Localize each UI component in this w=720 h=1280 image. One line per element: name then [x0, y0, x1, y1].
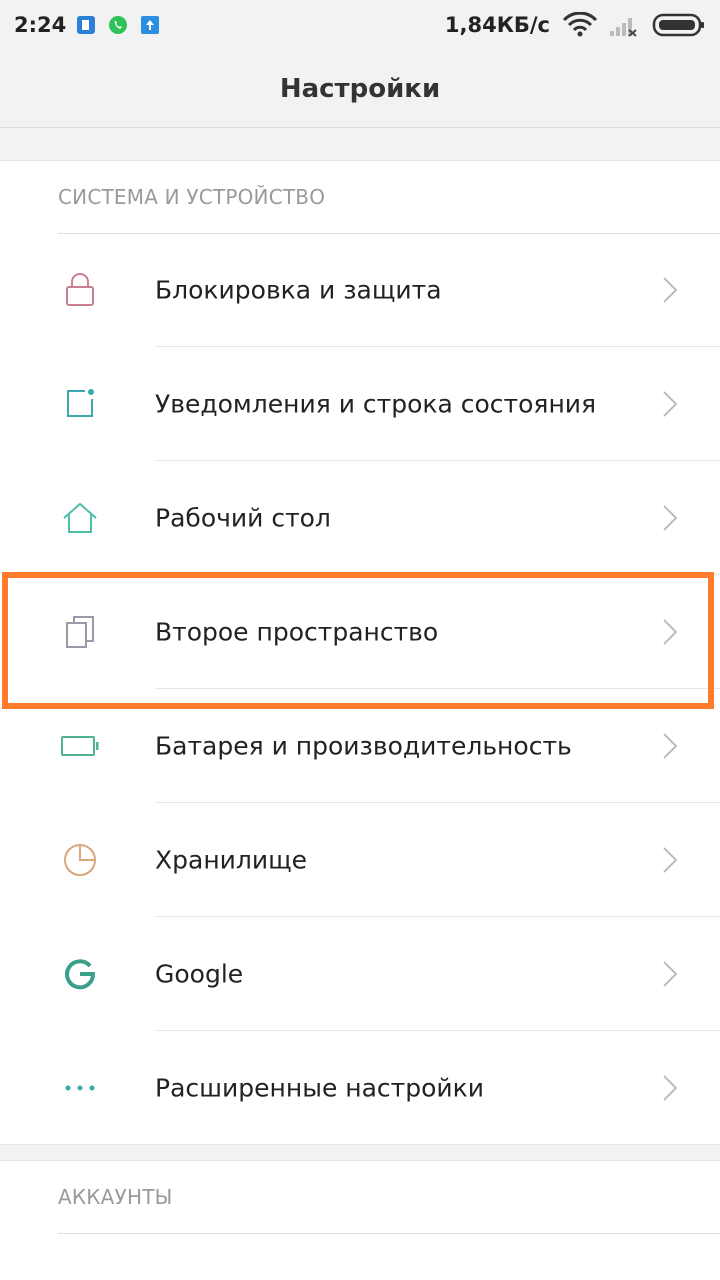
notification-icon — [58, 382, 102, 426]
lock-icon — [58, 268, 102, 312]
chevron-right-icon — [663, 961, 678, 987]
chevron-right-icon — [663, 277, 678, 303]
battery-status-icon — [652, 13, 704, 37]
upload-icon — [141, 16, 160, 34]
settings-item-advanced[interactable]: Расширенные настройки — [0, 1031, 720, 1145]
status-time: 2:24 — [14, 13, 67, 37]
settings-item-home-screen[interactable]: Рабочий стол — [0, 461, 720, 575]
section-header-accounts: АККАУНТЫ — [0, 1161, 720, 1233]
chevron-right-icon — [663, 391, 678, 417]
settings-item-notifications[interactable]: Уведомления и строка состояния — [0, 347, 720, 461]
settings-item-label: Второе пространство — [155, 617, 439, 647]
home-icon — [58, 496, 102, 540]
settings-item-label: Хранилище — [155, 845, 308, 875]
settings-item-label: Батарея и производительность — [155, 731, 572, 761]
network-speed: 1,84КБ/с — [444, 13, 550, 37]
page-title: Настройки — [279, 73, 441, 104]
whatsapp-icon — [109, 16, 128, 34]
system-section: СИСТЕМА И УСТРОЙСТВО Блокировка и защита… — [0, 160, 720, 1145]
signal-icon — [610, 18, 637, 37]
chevron-right-icon — [663, 847, 678, 873]
chevron-right-icon — [663, 619, 678, 645]
settings-item-battery[interactable]: Батарея и производительность — [0, 689, 720, 803]
wifi-icon — [562, 12, 598, 37]
google-icon — [58, 952, 102, 996]
more-dots-icon — [58, 1066, 102, 1110]
title-bar: Настройки — [0, 50, 720, 128]
chevron-right-icon — [663, 733, 678, 759]
settings-item-label: Google — [155, 959, 244, 989]
settings-item-label: Блокировка и защита — [155, 275, 442, 305]
accounts-section: АККАУНТЫ — [0, 1160, 720, 1280]
settings-item-google[interactable]: Google — [0, 917, 720, 1031]
settings-item-second-space[interactable]: Второе пространство — [0, 575, 720, 689]
divider — [58, 1233, 720, 1234]
settings-item-label: Уведомления и строка состояния — [155, 389, 597, 419]
section-title: СИСТЕМА И УСТРОЙСТВО — [58, 185, 326, 209]
second-space-icon — [58, 610, 102, 654]
settings-item-label: Рабочий стол — [155, 503, 331, 533]
battery-icon — [58, 724, 102, 768]
storage-pie-icon — [58, 838, 102, 882]
chevron-right-icon — [663, 505, 678, 531]
settings-item-storage[interactable]: Хранилище — [0, 803, 720, 917]
section-title: АККАУНТЫ — [58, 1185, 173, 1209]
status-bar: 2:24 1,84КБ/с — [0, 0, 720, 50]
section-header-system: СИСТЕМА И УСТРОЙСТВО — [0, 161, 720, 233]
chevron-right-icon — [663, 1075, 678, 1101]
settings-item-label: Расширенные настройки — [155, 1073, 485, 1103]
settings-item-lock[interactable]: Блокировка и защита — [0, 233, 720, 347]
notification-app-icon — [77, 16, 96, 34]
